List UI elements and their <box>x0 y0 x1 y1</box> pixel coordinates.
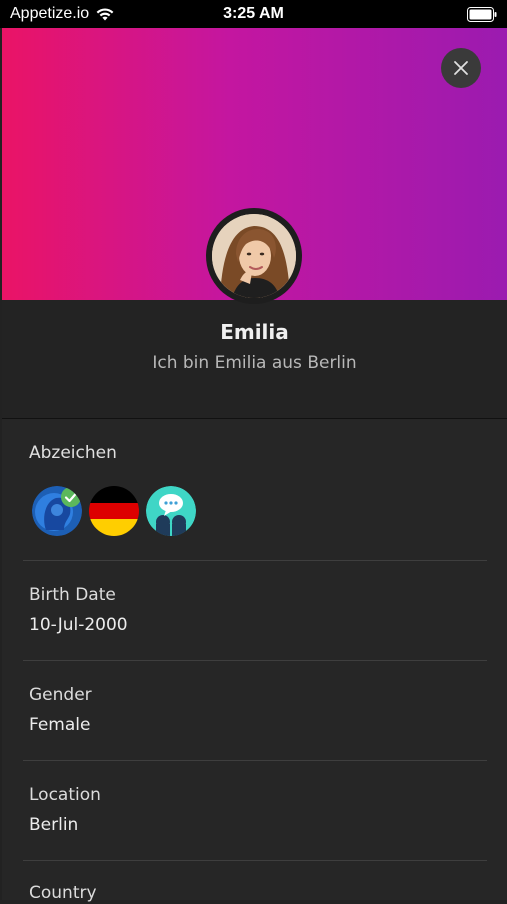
birth-date-label: Birth Date <box>29 585 116 605</box>
status-time: 3:25 AM <box>223 5 284 22</box>
divider <box>23 860 487 861</box>
location-field: Location Berlin <box>29 784 101 836</box>
avatar[interactable] <box>206 208 302 304</box>
avatar-photo <box>212 214 296 298</box>
gender-field: Gender Female <box>29 684 92 736</box>
location-value: Berlin <box>29 815 79 835</box>
birth-date-value: 10-Jul-2000 <box>29 615 128 635</box>
profile-name: Emilia <box>220 320 289 344</box>
profile-details: Abzeichen Birth Date 10-Jul-2000 Gender … <box>2 419 507 903</box>
verified-profile-badge[interactable] <box>32 486 82 536</box>
profile-summary: Emilia Ich bin Emilia aus Berlin <box>2 300 507 419</box>
gender-label: Gender <box>29 685 92 705</box>
battery-icon <box>467 7 497 22</box>
divider <box>23 560 487 561</box>
birth-date-field: Birth Date 10-Jul-2000 <box>29 584 128 636</box>
divider <box>23 760 487 761</box>
status-bar: Appetize.io 3:25 AM <box>0 0 507 28</box>
location-label: Location <box>29 785 101 805</box>
close-button[interactable] <box>441 48 481 88</box>
profile-bio: Ich bin Emilia aus Berlin <box>152 353 357 373</box>
checkmark-icon <box>61 487 81 507</box>
close-icon <box>454 61 468 75</box>
badges-title: Abzeichen <box>29 443 117 463</box>
country-field: Country <box>29 882 97 904</box>
badges-list <box>32 486 196 536</box>
germany-flag-badge[interactable] <box>89 486 139 536</box>
country-label: Country <box>29 883 97 903</box>
chat-badge[interactable] <box>146 486 196 536</box>
gender-value: Female <box>29 715 91 735</box>
divider <box>23 660 487 661</box>
